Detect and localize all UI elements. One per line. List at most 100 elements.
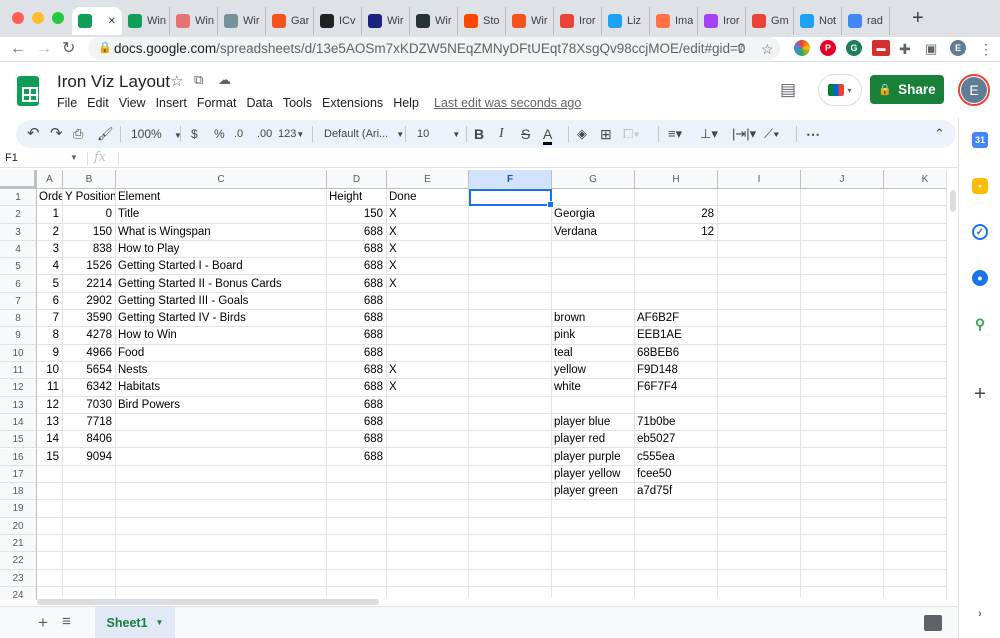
column-header-a[interactable]: A	[37, 170, 63, 189]
cell-h15[interactable]: eb5027	[635, 431, 717, 448]
decrease-decimal-button[interactable]: .0	[234, 120, 243, 148]
column-header-d[interactable]: D	[327, 170, 387, 189]
redo-icon[interactable]: ↷	[50, 120, 63, 148]
row-header[interactable]: 2	[0, 206, 37, 224]
cell-d3[interactable]: 688	[327, 224, 386, 241]
cell-g14[interactable]: player blue	[552, 414, 634, 431]
menu-file[interactable]: File	[57, 96, 77, 110]
cell-e1[interactable]: Done	[387, 189, 468, 206]
increase-decimal-button[interactable]: .00	[257, 120, 272, 148]
cell-e11[interactable]: X	[387, 362, 468, 379]
cell-a10[interactable]: 9	[37, 345, 62, 362]
cell-h10[interactable]: 68BEB6	[635, 345, 717, 362]
cell-h3[interactable]: 12	[635, 224, 717, 241]
cell-d4[interactable]: 688	[327, 241, 386, 258]
get-addons-icon[interactable]: +	[972, 383, 988, 405]
row-header[interactable]: 14	[0, 413, 37, 432]
cell-d13[interactable]: 688	[327, 397, 386, 414]
cell-c9[interactable]: How to Win	[116, 327, 327, 344]
cell-c8[interactable]: Getting Started IV - Birds	[116, 310, 327, 327]
forward-icon[interactable]: →	[36, 39, 52, 59]
row-header[interactable]: 21	[0, 535, 37, 553]
sheets-logo-icon[interactable]	[17, 76, 39, 106]
pinterest-extension-icon[interactable]: P	[820, 40, 836, 56]
horizontal-scroll-thumb[interactable]	[37, 599, 379, 605]
account-avatar[interactable]: E	[958, 74, 990, 106]
cell-h18[interactable]: a7d75f	[635, 483, 717, 500]
back-icon[interactable]: ←	[10, 39, 26, 59]
cell-b13[interactable]: 7030	[63, 397, 115, 414]
browser-menu-icon[interactable]: ⋮	[979, 39, 993, 59]
chevron-down-icon[interactable]: ▼	[70, 153, 78, 162]
merge-cells-icon[interactable]: ⧠▾	[623, 120, 640, 148]
cell-g8[interactable]: brown	[552, 310, 634, 327]
cell-d8[interactable]: 688	[327, 310, 386, 327]
reload-icon[interactable]: ↻	[62, 39, 75, 59]
extensions-puzzle-icon[interactable]: ✚	[899, 39, 911, 59]
cell-c13[interactable]: Bird Powers	[116, 397, 327, 414]
row-header[interactable]: 13	[0, 396, 37, 414]
vertical-scrollbar[interactable]	[946, 170, 958, 600]
column-header-e[interactable]: E	[387, 170, 469, 189]
cell-h8[interactable]: AF6B2F	[635, 310, 717, 327]
cell-d16[interactable]: 688	[327, 449, 386, 466]
font-size-select[interactable]: 10 ▼	[417, 120, 460, 148]
cell-b9[interactable]: 4278	[63, 327, 115, 344]
cell-d1[interactable]: Height	[327, 189, 386, 206]
maps-icon[interactable]: ⚲	[972, 316, 988, 332]
italic-icon[interactable]: I	[499, 120, 504, 148]
cell-b10[interactable]: 4966	[63, 345, 115, 362]
browser-tab[interactable]: Sto	[458, 7, 506, 35]
cell-c4[interactable]: How to Play	[116, 241, 327, 258]
cell-g2[interactable]: Georgia	[552, 206, 634, 223]
close-window-button[interactable]	[12, 12, 24, 24]
add-sheet-icon[interactable]: +	[38, 613, 48, 633]
cell-a8[interactable]: 7	[37, 310, 62, 327]
column-header-c[interactable]: C	[116, 170, 327, 189]
print-icon[interactable]: ⎙	[73, 120, 83, 148]
profile-avatar[interactable]: E	[950, 40, 966, 56]
new-tab-button[interactable]: +	[912, 8, 924, 28]
paint-format-icon[interactable]: 🖌	[97, 120, 114, 148]
all-sheets-icon[interactable]: ≡	[62, 613, 71, 630]
cell-g10[interactable]: teal	[552, 345, 634, 362]
row-header[interactable]: 20	[0, 517, 37, 535]
cell-c2[interactable]: Title	[116, 206, 327, 223]
contacts-icon[interactable]: ●	[972, 270, 988, 286]
keep-icon[interactable]: •	[972, 178, 988, 194]
cell-a2[interactable]: 1	[37, 206, 62, 223]
row-header[interactable]: 15	[0, 431, 37, 449]
cell-b11[interactable]: 5654	[63, 362, 115, 379]
row-header[interactable]: 22	[0, 552, 37, 570]
borders-icon[interactable]: ⊞	[600, 120, 612, 148]
name-box[interactable]: F1	[5, 152, 18, 164]
cell-g17[interactable]: player yellow	[552, 466, 634, 483]
column-header-f[interactable]: F	[469, 170, 552, 189]
row-header[interactable]: 17	[0, 465, 37, 484]
row-header[interactable]: 19	[0, 500, 37, 518]
cell-g9[interactable]: pink	[552, 327, 634, 344]
cell-h2[interactable]: 28	[635, 206, 717, 223]
zoom-select[interactable]: 100% ▼	[131, 120, 182, 148]
more-formats-select[interactable]: 123▼	[278, 120, 304, 148]
browser-tab[interactable]: Iror	[698, 7, 746, 35]
cell-d10[interactable]: 688	[327, 345, 386, 362]
column-header-i[interactable]: I	[718, 170, 801, 189]
menu-insert[interactable]: Insert	[156, 96, 187, 110]
share-button[interactable]: 🔒 Share	[870, 75, 944, 104]
currency-button[interactable]: $	[191, 120, 198, 148]
cell-c7[interactable]: Getting Started III - Goals	[116, 293, 327, 310]
hide-side-panel-icon[interactable]: ›	[972, 606, 988, 622]
cell-e5[interactable]: X	[387, 258, 468, 275]
row-header[interactable]: 12	[0, 379, 37, 397]
cell-b3[interactable]: 150	[63, 224, 115, 241]
menu-help[interactable]: Help	[393, 96, 419, 110]
browser-tab-active[interactable]: ✕	[72, 7, 122, 35]
row-header[interactable]: 4	[0, 240, 37, 259]
browser-tab[interactable]: ICv	[314, 7, 362, 35]
cell-a7[interactable]: 6	[37, 293, 62, 310]
cell-b12[interactable]: 6342	[63, 379, 115, 396]
cell-a9[interactable]: 8	[37, 327, 62, 344]
fill-color-icon[interactable]: ◈	[577, 120, 587, 148]
move-folder-icon[interactable]: ⧉	[194, 72, 203, 88]
